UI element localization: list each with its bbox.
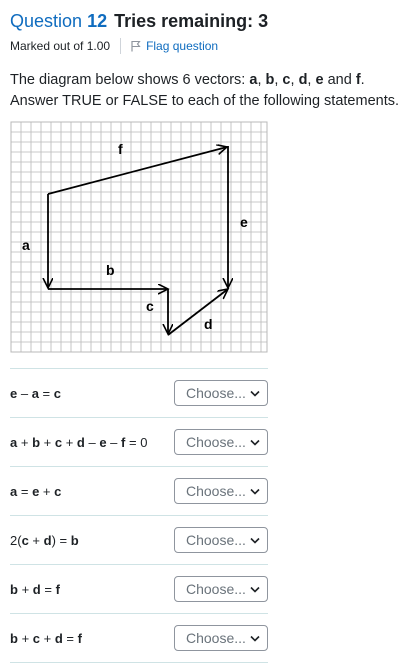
chevron-down-icon — [250, 439, 260, 446]
answer-select-value: Choose... — [186, 532, 246, 548]
vector-name-e: e — [315, 72, 324, 88]
vector-diagram-svg: a b c d e f — [10, 121, 268, 353]
label-e: e — [240, 214, 248, 230]
answer-select-1[interactable]: Choose... — [174, 380, 268, 406]
statement-text: b + d = f — [10, 581, 60, 597]
statement-row: e – a = c Choose... — [10, 368, 268, 417]
prompt-line-1: The diagram below shows 6 vectors: a, b,… — [10, 72, 365, 88]
label-f: f — [118, 141, 123, 157]
answer-select-4[interactable]: Choose... — [174, 527, 268, 553]
vector-name-a: a — [249, 72, 258, 88]
question-label: Question — [10, 11, 83, 31]
prompt-line-2: Answer TRUE or FALSE to each of the foll… — [10, 93, 400, 109]
vector-f — [47, 147, 227, 195]
answer-select-3[interactable]: Choose... — [174, 478, 268, 504]
flag-question-label: Flag question — [146, 39, 219, 53]
flag-question-link[interactable]: Flag question — [131, 39, 218, 53]
question-meta: Marked out of 1.00 Flag question — [10, 38, 402, 54]
prompt-text: The diagram below shows 6 vectors: — [10, 72, 250, 88]
vector-name-c: c — [282, 72, 291, 88]
chevron-down-icon — [250, 537, 260, 544]
prompt-and: and — [323, 72, 356, 88]
statement-text: e – a = c — [10, 385, 61, 401]
statement-row: a + b + c + d – e – f = 0 Choose... — [10, 417, 268, 466]
answer-select-2[interactable]: Choose... — [174, 429, 268, 455]
vector-diagram: a b c d e f — [10, 121, 268, 353]
meta-divider — [120, 38, 122, 54]
question-header: Question 12 Tries remaining: 3 — [10, 10, 402, 32]
label-d: d — [204, 316, 213, 332]
statement-row: b + c + d = f Choose... — [10, 613, 268, 663]
label-a: a — [22, 237, 30, 253]
answer-select-value: Choose... — [186, 385, 246, 401]
chevron-down-icon — [250, 488, 260, 495]
answer-select-6[interactable]: Choose... — [174, 625, 268, 651]
answer-select-value: Choose... — [186, 630, 246, 646]
statement-text: b + c + d = f — [10, 630, 82, 646]
answer-select-5[interactable]: Choose... — [174, 576, 268, 602]
marked-out-of: Marked out of 1.00 — [10, 39, 111, 53]
flag-icon — [131, 40, 141, 52]
chevron-down-icon — [250, 586, 260, 593]
chevron-down-icon — [250, 635, 260, 642]
statement-text: a + b + c + d – e – f = 0 — [10, 434, 148, 450]
vector-name-b: b — [265, 72, 275, 88]
answer-select-value: Choose... — [186, 434, 246, 450]
statement-row: 2(c + d) = b Choose... — [10, 515, 268, 564]
label-c: c — [146, 298, 154, 314]
question-number: 12 — [87, 11, 108, 31]
tries-remaining: Tries remaining: 3 — [114, 11, 269, 31]
answer-select-value: Choose... — [186, 483, 246, 499]
statement-row: b + d = f Choose... — [10, 564, 268, 613]
answer-select-value: Choose... — [186, 581, 246, 597]
vector-name-d: d — [298, 72, 308, 88]
label-b: b — [106, 262, 115, 278]
chevron-down-icon — [250, 390, 260, 397]
statement-text: 2(c + d) = b — [10, 532, 79, 548]
statement-text: a = e + c — [10, 483, 62, 499]
prompt-period: . — [360, 72, 365, 88]
statements-list: e – a = c Choose... a + b + c + d – e – f … — [10, 368, 268, 663]
question-prompt: The diagram below shows 6 vectors: a, b,… — [10, 70, 405, 112]
statement-row: a = e + c Choose... — [10, 466, 268, 515]
question-container: Question 12 Tries remaining: 3 Marked ou… — [0, 0, 402, 353]
